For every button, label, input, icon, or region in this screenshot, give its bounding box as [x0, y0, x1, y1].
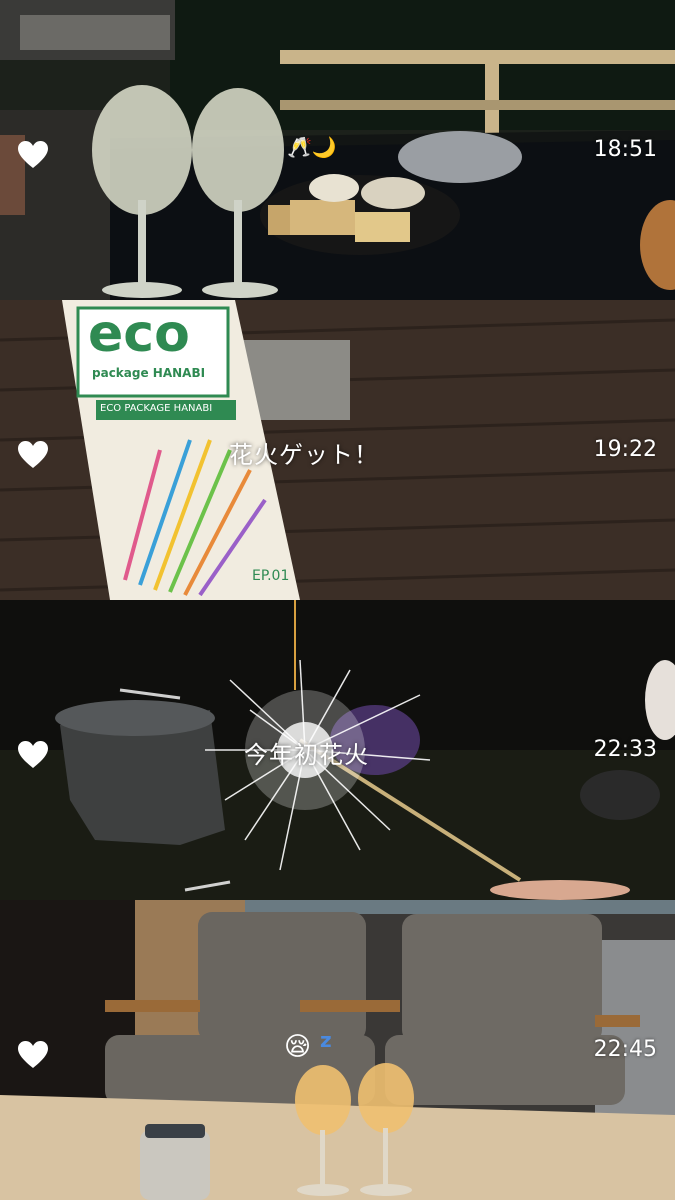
heart-icon[interactable] — [17, 740, 49, 770]
package-brand-text: eco — [88, 304, 190, 364]
heart-icon[interactable] — [17, 440, 49, 470]
package-line1-text: package HANABI — [92, 366, 206, 380]
sleepy-face-icon: 😪 — [284, 1032, 312, 1062]
caption-text: 今年初花火 — [244, 741, 369, 769]
caption-text: 花火ゲット！ — [229, 441, 379, 469]
photo-frame-1: 🥂🌙 18:51 — [0, 0, 675, 300]
timestamp: 18:51 — [593, 137, 657, 162]
timestamp: 22:33 — [593, 737, 657, 762]
heart-icon[interactable] — [17, 140, 49, 170]
photo-frame-3: 今年初花火 22:33 — [0, 600, 675, 900]
timestamp: 22:45 — [593, 1037, 657, 1062]
package-ep-text: EP.01 — [252, 568, 290, 584]
zzz-icon: z — [320, 1028, 332, 1052]
heart-icon[interactable] — [17, 1040, 49, 1070]
photo-frame-4: 😪 z 22:45 — [0, 900, 675, 1200]
photo-frame-2: eco package HANABI ECO PACKAGE HANABI EP… — [0, 300, 675, 600]
toast-sticker-icon: 🥂🌙 — [287, 135, 337, 159]
dinner-table-photo — [0, 0, 675, 300]
timestamp: 19:22 — [593, 437, 657, 462]
package-line2-text: ECO PACKAGE HANABI — [100, 403, 213, 414]
lounge-chairs-photo — [0, 900, 675, 1200]
